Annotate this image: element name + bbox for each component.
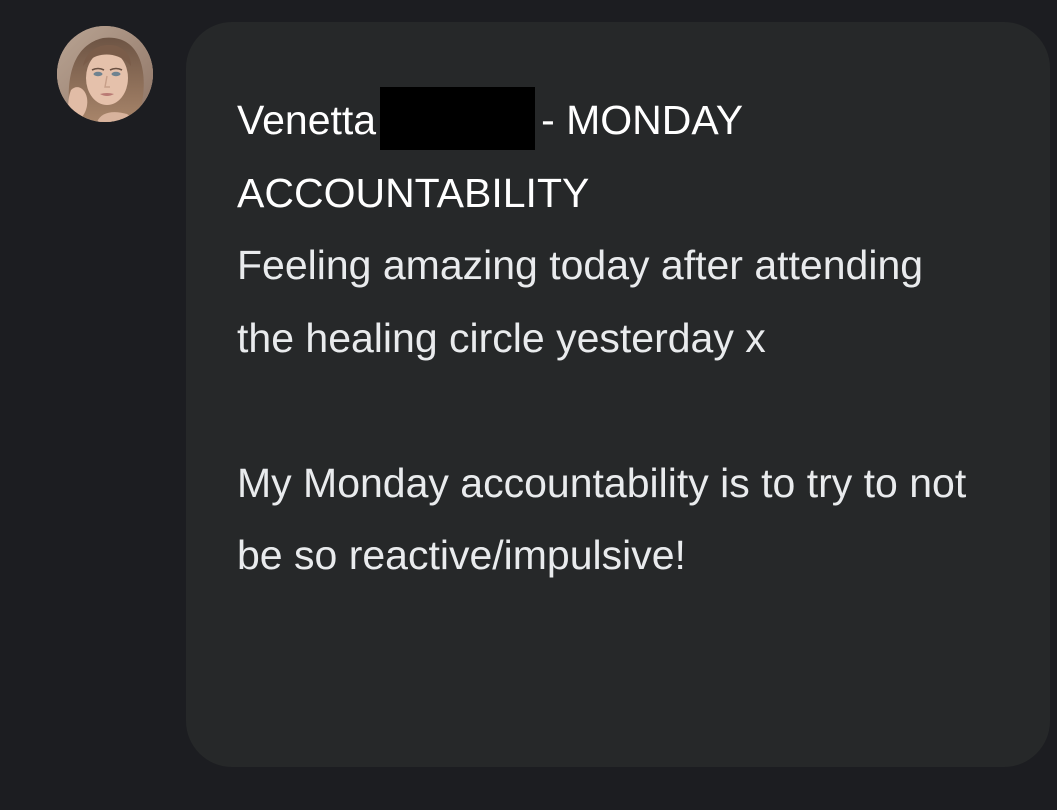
message-paragraph-1: Feeling amazing today after attending th… [237,242,924,361]
profile-photo-icon [57,26,153,122]
sender-avatar[interactable] [57,26,153,122]
message-paragraph-2: My Monday accountability is to try to no… [237,459,967,579]
message-bubble[interactable]: Venetta - MONDAY ACCOUNTABILITY Feeling a… [186,22,1050,767]
redacted-surname [380,87,536,150]
message-text: Venetta - MONDAY ACCOUNTABILITY Feeling a… [237,84,990,592]
sender-name: Venetta [237,97,377,143]
message-heading: Venetta - MONDAY ACCOUNTABILITY [237,87,742,216]
